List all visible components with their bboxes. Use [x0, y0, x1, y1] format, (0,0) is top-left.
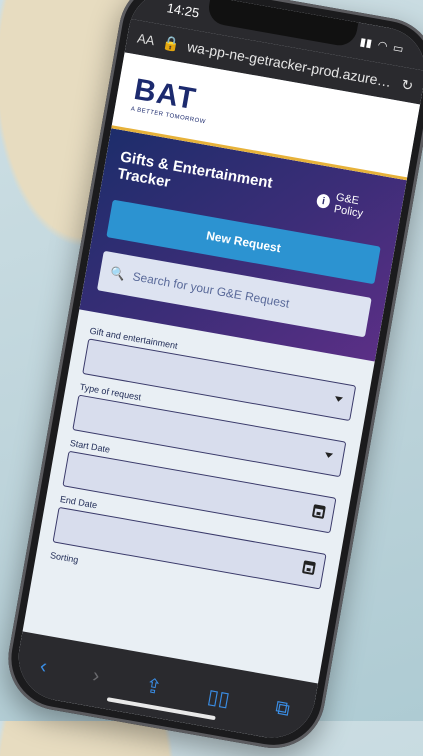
share-icon[interactable]: ⇪	[143, 672, 164, 700]
text-size-button[interactable]: AA	[136, 30, 156, 48]
web-page: BAT A BETTER TOMORROW Gifts & Entertainm…	[23, 52, 421, 683]
reload-icon[interactable]: ↻	[400, 76, 414, 95]
lock-icon: 🔒	[161, 33, 182, 53]
tabs-icon[interactable]: ⧉	[274, 696, 292, 721]
signal-icon: ▮▮	[358, 35, 373, 50]
info-icon: i	[315, 193, 332, 210]
calendar-icon[interactable]	[301, 560, 316, 576]
search-icon: 🔍	[109, 265, 127, 282]
policy-link-label[interactable]: G&E Policy	[333, 191, 389, 224]
request-form: Gift and entertainment Type of request S…	[36, 309, 375, 609]
status-time: 14:25	[165, 0, 201, 21]
calendar-icon[interactable]	[311, 504, 326, 520]
forward-icon[interactable]: ›	[91, 664, 101, 688]
chevron-down-icon	[334, 396, 344, 403]
chevron-down-icon	[324, 452, 334, 459]
status-icons: ▮▮ ◠ ▭	[359, 35, 405, 55]
bookmarks-icon[interactable]: ▯▯	[206, 683, 232, 711]
search-input[interactable]: Search for your G&E Request	[132, 269, 291, 310]
battery-icon: ▭	[392, 41, 405, 56]
bat-logo: BAT A BETTER TOMORROW	[130, 73, 212, 126]
back-icon[interactable]: ‹	[38, 655, 48, 679]
phone-screen: 14:25 ▮▮ ◠ ▭ AA 🔒 wa-pp-ne-getracker-pro…	[11, 0, 423, 745]
policy-link[interactable]: i G&E Policy	[315, 188, 389, 224]
wifi-icon: ◠	[376, 38, 389, 53]
phone: 14:25 ▮▮ ◠ ▭ AA 🔒 wa-pp-ne-getracker-pro…	[0, 0, 423, 756]
